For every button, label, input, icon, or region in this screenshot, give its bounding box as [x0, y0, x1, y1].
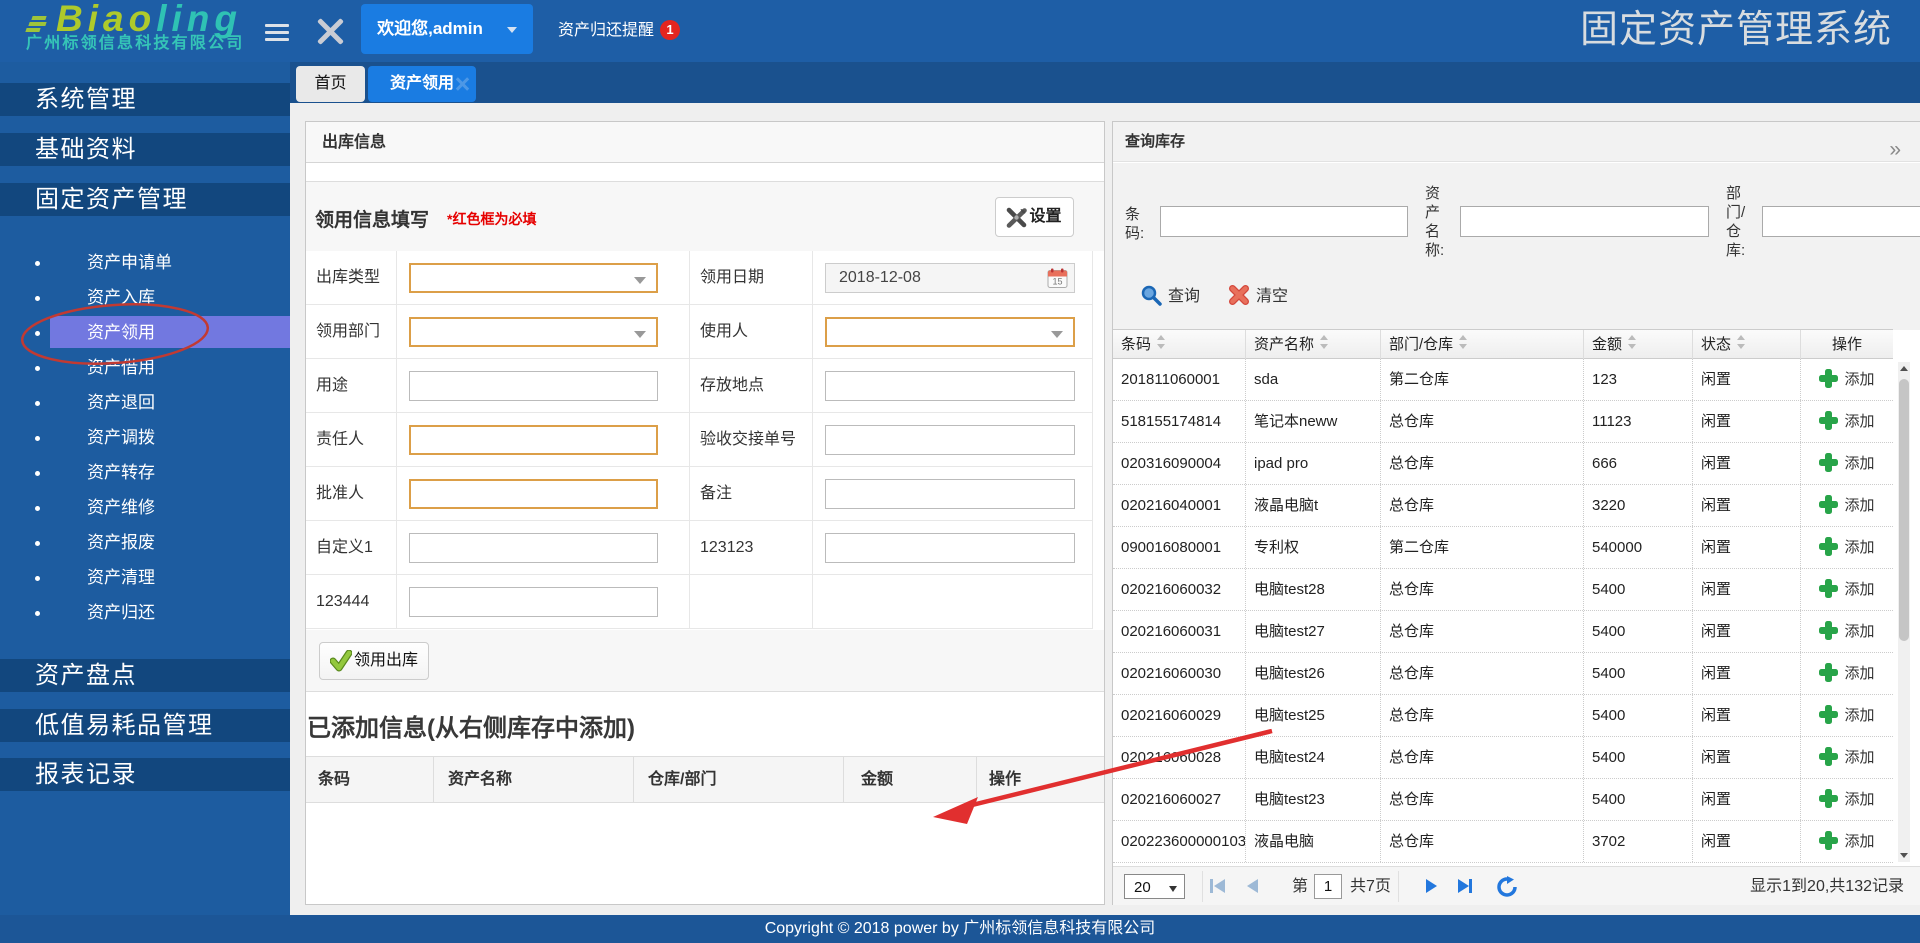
svg-text:15: 15 — [1052, 277, 1062, 287]
